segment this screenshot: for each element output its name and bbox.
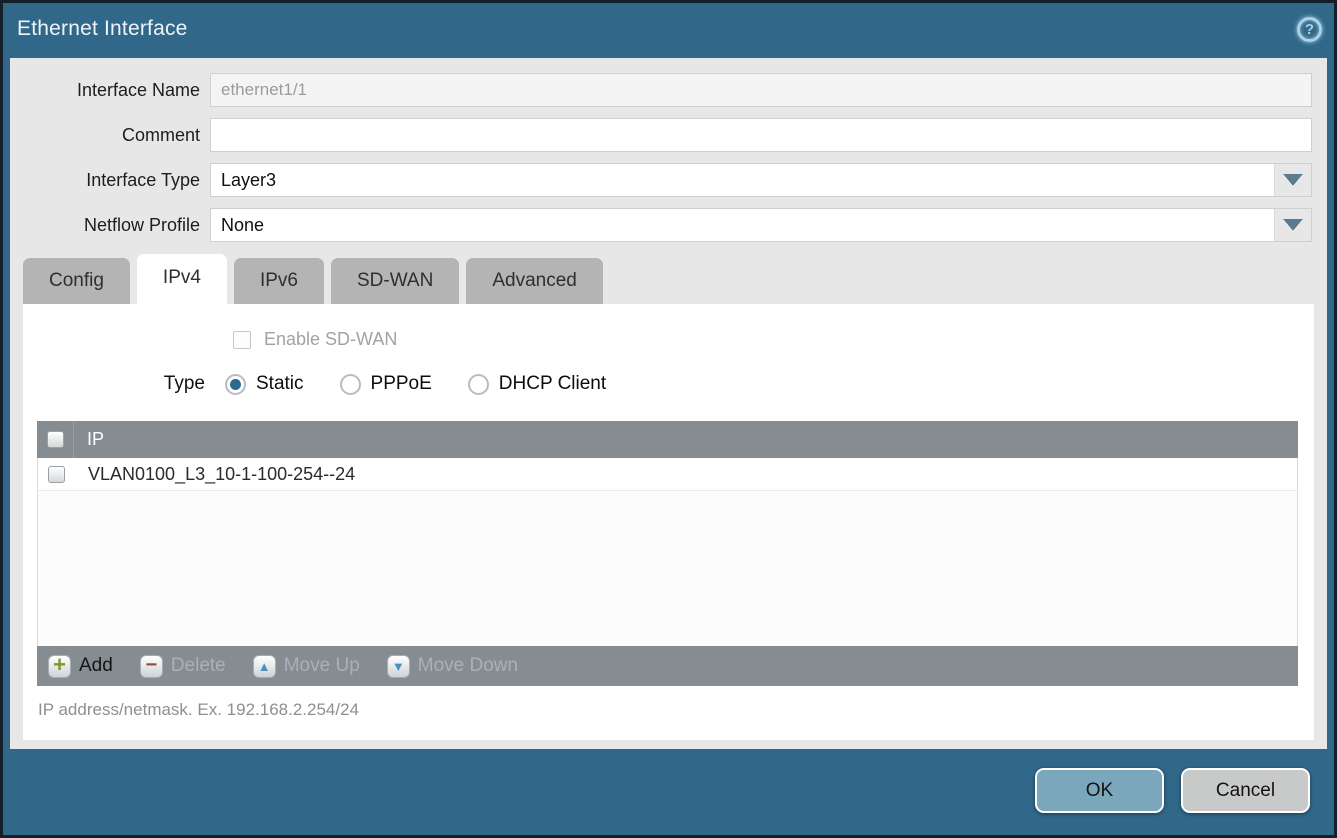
interface-type-label: Interface Type [10,170,210,191]
form-row-interface-type: Interface Type Layer3 [10,163,1327,197]
select-all-checkbox[interactable] [47,431,64,448]
form-row-netflow-profile: Netflow Profile None [10,208,1327,242]
enable-sdwan-row: Enable SD-WAN [233,304,1314,350]
tab-ipv6[interactable]: IPv6 [234,258,324,304]
chevron-down-icon [1283,219,1303,231]
dialog-title: Ethernet Interface [17,17,188,41]
tab-sdwan[interactable]: SD-WAN [331,258,459,304]
delete-button-label: Delete [171,655,226,677]
ip-table: IP VLAN0100_L3_10-1-100-254--24 Add [37,421,1298,686]
radio-dhcp-client[interactable] [468,374,489,395]
comment-field[interactable] [210,118,1312,152]
radio-static-label: Static [256,373,304,395]
type-label: Type [23,373,213,395]
delete-button: Delete [140,655,226,678]
ip-column-header: IP [74,429,104,450]
tab-bar: Config IPv4 IPv6 SD-WAN Advanced [10,254,1327,304]
ip-table-toolbar: Add Delete Move Up Move Down [37,646,1298,686]
ip-table-header: IP [37,421,1298,458]
move-down-button: Move Down [387,655,518,678]
tab-advanced[interactable]: Advanced [466,258,603,304]
interface-name-field [210,73,1312,107]
help-icon[interactable]: ? [1297,17,1322,42]
minus-icon [140,655,163,678]
move-up-button-label: Move Up [284,655,360,677]
ip-format-hint: IP address/netmask. Ex. 192.168.2.254/24 [38,700,1314,720]
radio-static[interactable] [225,374,246,395]
enable-sdwan-label: Enable SD-WAN [264,329,397,350]
dialog-footer: OK Cancel [1035,768,1310,813]
ethernet-interface-dialog: Ethernet Interface ? Interface Name Comm… [0,0,1337,838]
dialog-content: Interface Name Comment Interface Type La… [10,58,1327,749]
radio-pppoe[interactable] [340,374,361,395]
ok-button[interactable]: OK [1035,768,1164,813]
table-row[interactable]: VLAN0100_L3_10-1-100-254--24 [38,458,1297,491]
add-button[interactable]: Add [48,655,113,678]
ip-table-body: VLAN0100_L3_10-1-100-254--24 [37,458,1298,646]
cancel-button[interactable]: Cancel [1181,768,1310,813]
netflow-profile-dropdown[interactable]: None [210,208,1312,242]
tab-ipv4[interactable]: IPv4 [137,254,227,304]
radio-pppoe-label: PPPoE [371,373,432,395]
radio-dhcp-client-label: DHCP Client [499,373,606,395]
interface-type-value: Layer3 [211,164,1274,196]
arrow-down-icon [387,655,410,678]
comment-label: Comment [10,125,210,146]
tab-config[interactable]: Config [23,258,130,304]
type-radio-group: Type Static PPPoE DHCP Client [23,373,1314,395]
chevron-down-icon [1283,174,1303,186]
netflow-profile-value: None [211,209,1274,241]
interface-name-label: Interface Name [10,80,210,101]
netflow-profile-label: Netflow Profile [10,215,210,236]
netflow-profile-dropdown-button[interactable] [1274,209,1311,241]
enable-sdwan-checkbox [233,331,251,349]
ipv4-tab-panel: Enable SD-WAN Type Static PPPoE DHCP Cli… [23,304,1314,740]
select-all-cell [37,421,74,458]
add-button-label: Add [79,655,113,677]
interface-type-dropdown-button[interactable] [1274,164,1311,196]
form-row-interface-name: Interface Name [10,73,1327,107]
dialog-titlebar: Ethernet Interface ? [3,3,1334,55]
arrow-up-icon [253,655,276,678]
ip-row-value: VLAN0100_L3_10-1-100-254--24 [75,464,355,485]
row-checkbox-cell [38,458,75,490]
interface-type-dropdown[interactable]: Layer3 [210,163,1312,197]
move-down-button-label: Move Down [418,655,518,677]
plus-icon [48,655,71,678]
move-up-button: Move Up [253,655,360,678]
form-row-comment: Comment [10,118,1327,152]
row-checkbox[interactable] [48,466,65,483]
